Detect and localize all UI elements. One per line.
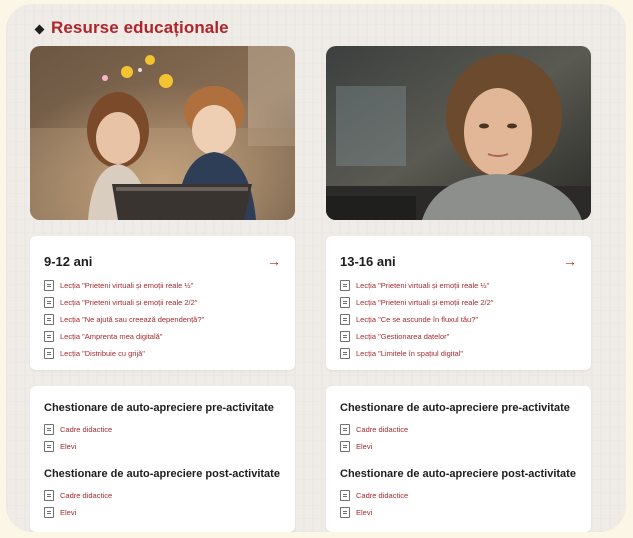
post-activity-title: Chestionare de auto-apreciere post-activ… <box>340 468 576 480</box>
students-link[interactable]: Elevi <box>60 442 76 451</box>
pre-activity-title: Chestionare de auto-apreciere pre-activi… <box>340 402 570 414</box>
link-item[interactable]: Elevi <box>44 438 112 455</box>
document-icon <box>340 314 350 325</box>
students-link[interactable]: Elevi <box>356 508 372 517</box>
card-header: 9-12 ani → <box>44 253 281 269</box>
arrow-right-icon[interactable]: → <box>267 253 281 269</box>
lesson-link[interactable]: Lecția "Limitele în spațiul digital" <box>356 349 463 358</box>
students-link[interactable]: Elevi <box>356 442 372 451</box>
document-icon <box>340 424 350 435</box>
document-icon <box>340 348 350 359</box>
link-item[interactable]: Cadre didactice <box>340 421 408 438</box>
document-icon <box>340 297 350 308</box>
section-header: Resurse educaționale <box>34 18 229 38</box>
document-icon <box>44 441 54 452</box>
lesson-item[interactable]: Lecția "Amprenta mea digitală" <box>44 328 204 345</box>
lesson-item[interactable]: Lecția "Limitele în spațiul digital" <box>340 345 493 362</box>
document-icon <box>44 348 54 359</box>
lesson-link[interactable]: Lecția "Prieteni virtuali și emoții real… <box>60 298 197 307</box>
lesson-item[interactable]: Lecția "Prieteni virtuali și emoții real… <box>340 277 493 294</box>
document-icon <box>340 280 350 291</box>
document-icon <box>340 490 350 501</box>
resources-panel: Resurse educaționale 9-12 ani → Lecția "… <box>6 4 626 532</box>
lesson-item[interactable]: Lecția "Prieteni virtuali și emoții real… <box>44 294 204 311</box>
card-header: 13-16 ani → <box>340 253 577 269</box>
arrow-right-icon[interactable]: → <box>563 253 577 269</box>
pre-activity-links: Cadre didactice Elevi <box>44 421 112 455</box>
lesson-link[interactable]: Lecția "Prieteni virtuali și emoții real… <box>356 281 489 290</box>
lesson-link[interactable]: Lecția "Ne ajută sau creează dependență?… <box>60 315 204 324</box>
bullet-icon <box>34 24 45 35</box>
lessons-card-9-12: 9-12 ani → Lecția "Prieteni virtuali și … <box>30 236 295 370</box>
document-icon <box>44 297 54 308</box>
lesson-item[interactable]: Lecția "Prieteni virtuali și emoții real… <box>340 294 493 311</box>
lesson-link[interactable]: Lecția "Prieteni virtuali și emoții real… <box>60 281 193 290</box>
document-icon <box>44 280 54 291</box>
lessons-card-13-16: 13-16 ani → Lecția "Prieteni virtuali și… <box>326 236 591 370</box>
teachers-link[interactable]: Cadre didactice <box>60 491 112 500</box>
teachers-link[interactable]: Cadre didactice <box>356 425 408 434</box>
pre-activity-title: Chestionare de auto-apreciere pre-activi… <box>44 402 274 414</box>
section-title: Resurse educaționale <box>51 18 229 37</box>
document-icon <box>44 331 54 342</box>
lesson-link[interactable]: Lecția "Gestionarea datelor" <box>356 332 449 341</box>
pre-activity-links: Cadre didactice Elevi <box>340 421 408 455</box>
link-item[interactable]: Elevi <box>340 438 408 455</box>
link-item[interactable]: Cadre didactice <box>44 487 112 504</box>
questionnaires-card-13-16: Chestionare de auto-apreciere pre-activi… <box>326 386 591 532</box>
document-icon <box>44 490 54 501</box>
lesson-item[interactable]: Lecția "Ce se ascunde în fluxul tău?" <box>340 311 493 328</box>
questionnaires-card-9-12: Chestionare de auto-apreciere pre-activi… <box>30 386 295 532</box>
post-activity-title: Chestionare de auto-apreciere post-activ… <box>44 468 280 480</box>
link-item[interactable]: Cadre didactice <box>340 487 408 504</box>
post-activity-links: Cadre didactice Elevi <box>340 487 408 521</box>
lesson-item[interactable]: Lecția "Gestionarea datelor" <box>340 328 493 345</box>
document-icon <box>340 331 350 342</box>
lesson-item[interactable]: Lecția "Prieteni virtuali și emoții real… <box>44 277 204 294</box>
teen-girl-photo <box>326 46 591 220</box>
children-with-tablet-photo <box>30 46 295 220</box>
post-activity-links: Cadre didactice Elevi <box>44 487 112 521</box>
lesson-item[interactable]: Lecția "Distribuie cu grijă" <box>44 345 204 362</box>
link-item[interactable]: Elevi <box>44 504 112 521</box>
age-group-title[interactable]: 13-16 ani <box>340 254 396 269</box>
lesson-link[interactable]: Lecția "Ce se ascunde în fluxul tău?" <box>356 315 478 324</box>
students-link[interactable]: Elevi <box>60 508 76 517</box>
lesson-list: Lecția "Prieteni virtuali și emoții real… <box>44 277 204 362</box>
teachers-link[interactable]: Cadre didactice <box>60 425 112 434</box>
lesson-item[interactable]: Lecția "Ne ajută sau creează dependență?… <box>44 311 204 328</box>
lesson-link[interactable]: Lecția "Amprenta mea digitală" <box>60 332 162 341</box>
lesson-list: Lecția "Prieteni virtuali și emoții real… <box>340 277 493 362</box>
link-item[interactable]: Cadre didactice <box>44 421 112 438</box>
teachers-link[interactable]: Cadre didactice <box>356 491 408 500</box>
document-icon <box>44 424 54 435</box>
link-item[interactable]: Elevi <box>340 504 408 521</box>
document-icon <box>44 507 54 518</box>
document-icon <box>44 314 54 325</box>
document-icon <box>340 441 350 452</box>
lesson-link[interactable]: Lecția "Distribuie cu grijă" <box>60 349 145 358</box>
age-group-title[interactable]: 9-12 ani <box>44 254 92 269</box>
lesson-link[interactable]: Lecția "Prieteni virtuali și emoții real… <box>356 298 493 307</box>
document-icon <box>340 507 350 518</box>
